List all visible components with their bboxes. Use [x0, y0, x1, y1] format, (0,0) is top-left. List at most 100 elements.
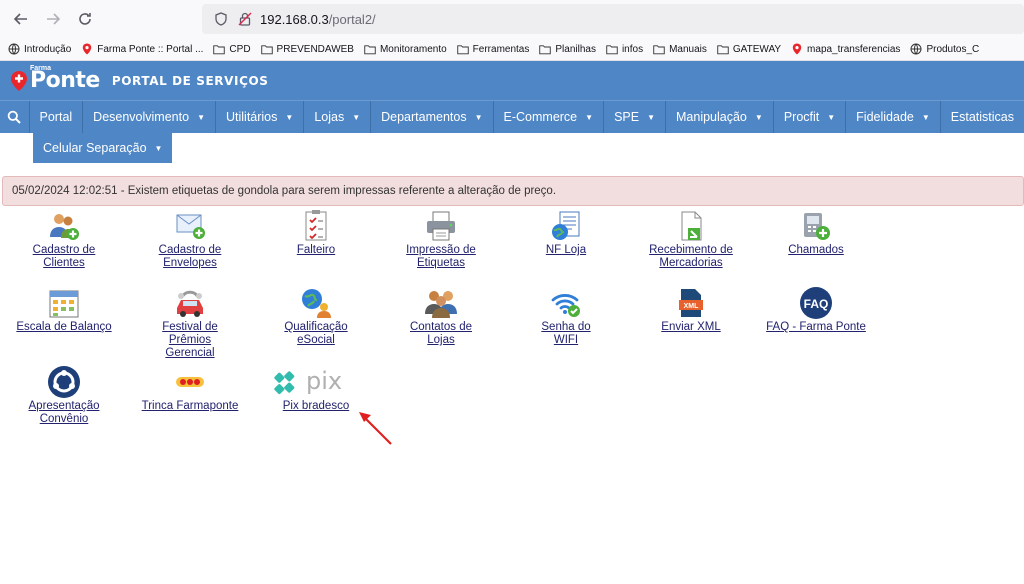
- bookmark-item[interactable]: GATEWAY: [717, 43, 781, 55]
- bookmark-item[interactable]: Ferramentas: [456, 43, 530, 55]
- tile-label-line: Festival de: [162, 321, 218, 333]
- service-tile-label[interactable]: Impressão de Etiquetas: [406, 244, 476, 270]
- farma-ponte-logo[interactable]: Ponte Farma: [10, 65, 100, 93]
- globe-icon: [8, 43, 20, 55]
- service-tile-label[interactable]: Senha do WIFI: [541, 321, 590, 347]
- users-add-icon[interactable]: [47, 210, 81, 242]
- menu-item-procfit[interactable]: Procfit ▼: [772, 101, 845, 133]
- service-tile-label[interactable]: Trinca Farmaponte: [142, 400, 239, 413]
- wifi-check-icon[interactable]: [549, 287, 583, 319]
- bookmark-item[interactable]: Introdução: [8, 43, 71, 55]
- phone-ticket-icon[interactable]: [799, 210, 833, 242]
- caret-down-icon: ▼: [585, 112, 594, 122]
- bookmark-item[interactable]: Monitoramento: [364, 43, 447, 55]
- service-tile[interactable]: Recebimento de Mercadorias: [631, 210, 751, 270]
- bookmark-item[interactable]: Planilhas: [539, 43, 596, 55]
- service-tile[interactable]: Trinca Farmaponte: [130, 366, 250, 413]
- checklist-icon[interactable]: [299, 210, 333, 242]
- service-tile-label[interactable]: Festival de Prêmios Gerencial: [162, 321, 218, 360]
- service-tile-label[interactable]: NF Loja: [546, 244, 586, 257]
- service-tile[interactable]: Senha do WIFI: [506, 287, 626, 347]
- main-menu: Portal Desenvolvimento ▼ Utilitários ▼ Lojas ▼…: [0, 100, 1024, 133]
- bookmark-label: GATEWAY: [732, 43, 782, 55]
- menu-item-e-commerce[interactable]: E-Commerce ▼: [492, 101, 604, 133]
- service-tile[interactable]: Cadastro de Clientes: [4, 210, 124, 270]
- forward-button[interactable]: [40, 6, 66, 32]
- service-tile-label[interactable]: Cadastro de Envelopes: [159, 244, 222, 270]
- service-tile[interactable]: Escala de Balanço: [4, 287, 124, 334]
- envelope-add-icon[interactable]: [173, 210, 207, 242]
- service-tile-label[interactable]: Falteiro: [297, 244, 335, 257]
- bookmark-item[interactable]: Manuais: [653, 43, 707, 55]
- service-tile[interactable]: Qualificação eSocial: [256, 287, 376, 347]
- pix-logo-icon[interactable]: pix: [270, 366, 362, 398]
- convenio-icon[interactable]: [47, 366, 81, 398]
- url-path: /portal2/: [328, 11, 376, 27]
- bookmark-item[interactable]: CPD: [213, 43, 251, 55]
- bookmark-item[interactable]: PREVENDAWEB: [260, 43, 354, 55]
- service-tile-label[interactable]: Apresentação Convênio: [29, 400, 100, 426]
- printer-icon[interactable]: [424, 210, 458, 242]
- contacts-icon[interactable]: [424, 287, 458, 319]
- service-tile-label[interactable]: Qualificação eSocial: [284, 321, 347, 347]
- services-grid: Cadastro de Clientes Cadastro de Envelopes F…: [0, 206, 1024, 506]
- bookmark-item[interactable]: Farma Ponte :: Portal ...: [81, 43, 203, 55]
- car-icon[interactable]: [173, 287, 207, 319]
- tile-label-line: WIFI: [553, 334, 579, 346]
- service-tile[interactable]: Festival de Prêmios Gerencial: [130, 287, 250, 360]
- document-receive-icon[interactable]: [674, 210, 708, 242]
- service-tile-label[interactable]: Chamados: [788, 244, 844, 257]
- globe-person-icon[interactable]: [299, 287, 333, 319]
- menu-item-departamentos[interactable]: Departamentos ▼: [370, 101, 492, 133]
- menu-item-utilitarios[interactable]: Utilitários ▼: [214, 101, 303, 133]
- bookmark-item[interactable]: infos: [606, 43, 643, 55]
- folder-icon: [260, 43, 273, 55]
- menu-item-label: Procfit: [783, 110, 820, 124]
- service-tile-label[interactable]: Escala de Balanço: [16, 321, 111, 334]
- service-tile[interactable]: FAQ FAQ - Farma Ponte: [756, 287, 876, 334]
- back-button[interactable]: [8, 6, 34, 32]
- menu-item-label: Departamentos: [381, 110, 467, 124]
- menu-item-estatisticas[interactable]: Estatisticas: [939, 101, 1024, 133]
- service-tile[interactable]: XML Enviar XML: [631, 287, 751, 334]
- xml-icon[interactable]: XML: [674, 287, 708, 319]
- service-tile[interactable]: pix Pix bradesco: [256, 366, 376, 413]
- tile-label-line: Escala de Balanço: [16, 321, 112, 333]
- bookmark-item[interactable]: mapa_transferencias: [791, 43, 900, 55]
- bookmark-item[interactable]: Produtos_C: [910, 43, 979, 55]
- service-tile[interactable]: NF Loja: [506, 210, 626, 257]
- service-tile[interactable]: Contatos de Lojas: [381, 287, 501, 347]
- menu-item-manipulacao[interactable]: Manipulação ▼: [665, 101, 773, 133]
- menu-item-fidelidade[interactable]: Fidelidade ▼: [845, 101, 940, 133]
- invoice-globe-icon[interactable]: [549, 210, 583, 242]
- menu-item-lojas[interactable]: Lojas ▼: [303, 101, 370, 133]
- tile-label-line: Trinca Farmaponte: [141, 400, 239, 412]
- menu-item-spe[interactable]: SPE ▼: [603, 101, 665, 133]
- service-tile-label[interactable]: Contatos de Lojas: [410, 321, 472, 347]
- service-tile[interactable]: Chamados: [756, 210, 876, 257]
- faq-icon[interactable]: FAQ: [799, 287, 833, 319]
- bookmark-label: Ferramentas: [472, 43, 530, 55]
- reload-button[interactable]: [72, 6, 98, 32]
- service-tile[interactable]: Impressão de Etiquetas: [381, 210, 501, 270]
- tile-label-line: Senha do: [541, 321, 591, 333]
- folder-icon: [653, 43, 665, 55]
- bookmarks-bar: Introdução Farma Ponte :: Portal ... CPD PR…: [0, 38, 1024, 61]
- caret-down-icon: ▼: [474, 112, 483, 122]
- calendar-icon[interactable]: [47, 287, 81, 319]
- menu-item-portal[interactable]: Portal: [28, 101, 83, 133]
- address-bar[interactable]: 192.168.0.3/portal2/: [202, 4, 1024, 34]
- service-tile-label[interactable]: Cadastro de Clientes: [33, 244, 96, 270]
- service-tile-label[interactable]: Recebimento de Mercadorias: [649, 244, 733, 270]
- menu-search-button[interactable]: [0, 101, 29, 133]
- service-tile[interactable]: Cadastro de Envelopes: [130, 210, 250, 270]
- trinca-icon[interactable]: [173, 366, 207, 398]
- service-tile-label[interactable]: Enviar XML: [661, 321, 720, 334]
- service-tile[interactable]: Falteiro: [256, 210, 376, 257]
- menu-item-desenvolvimento[interactable]: Desenvolvimento ▼: [82, 101, 215, 133]
- back-arrow-icon: [13, 13, 27, 25]
- service-tile-label[interactable]: Pix bradesco: [283, 400, 349, 413]
- menu-item-celular-separacao[interactable]: Celular Separação ▼: [33, 133, 173, 163]
- service-tile[interactable]: Apresentação Convênio: [4, 366, 124, 426]
- service-tile-label[interactable]: FAQ - Farma Ponte: [766, 321, 866, 334]
